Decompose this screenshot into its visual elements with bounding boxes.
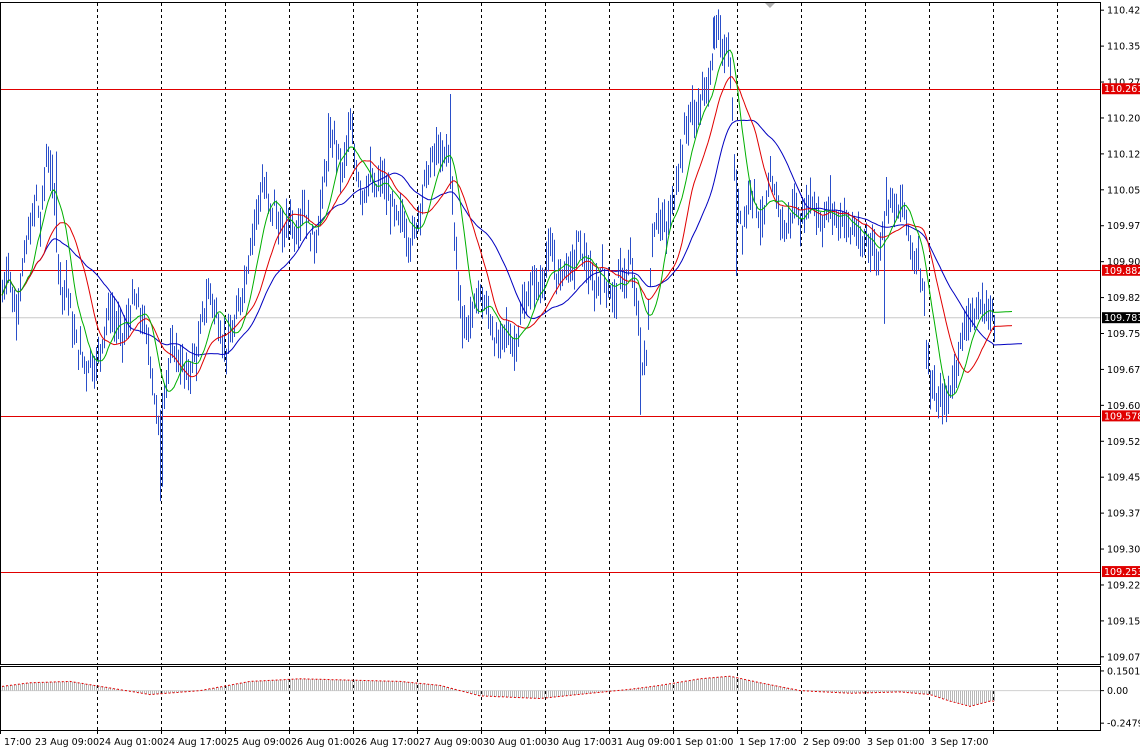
y-tick-label: 109.975 xyxy=(1107,221,1140,232)
current-price-label: 109.783 xyxy=(1104,313,1140,324)
oscillator-tick-label: -0.2479 xyxy=(1107,719,1140,730)
x-tick-label: 31 Aug 09:00 xyxy=(611,737,675,748)
x-tick-label: 3 Sep 01:00 xyxy=(867,737,924,748)
y-tick-label: 110.350 xyxy=(1107,42,1140,53)
x-tick-label: 2 Sep 09:00 xyxy=(803,737,860,748)
y-tick-label: 109.300 xyxy=(1107,545,1140,556)
x-tick-label: 23 Aug 09:00 xyxy=(35,737,99,748)
y-tick-label: 110.050 xyxy=(1107,185,1140,196)
y-tick-label: 109.375 xyxy=(1107,509,1140,520)
y-tick-label: 109.675 xyxy=(1107,365,1140,376)
y-tick-label: 110.125 xyxy=(1107,149,1140,160)
x-tick-label: 30 Aug 01:00 xyxy=(483,737,547,748)
y-tick-label: 109.450 xyxy=(1107,473,1140,484)
y-tick-label: 109.150 xyxy=(1107,616,1140,627)
chart-background xyxy=(0,0,1140,754)
y-tick-label: 110.425 xyxy=(1107,6,1140,17)
y-tick-label: 109.600 xyxy=(1107,401,1140,412)
price-chart[interactable]: 110.425110.350110.275110.200110.125110.0… xyxy=(0,0,1140,754)
y-tick-label: 109.525 xyxy=(1107,437,1140,448)
oscillator-tick-label: 0.1501 xyxy=(1107,666,1140,677)
y-tick-label: 109.225 xyxy=(1107,580,1140,591)
y-tick-label: 109.075 xyxy=(1107,652,1140,663)
x-tick-label: 1 Sep 01:00 xyxy=(676,737,733,748)
level-price-label: 110.261 xyxy=(1104,84,1140,95)
x-tick-label: 17:00 xyxy=(4,737,31,748)
x-tick-label: 26 Aug 01:00 xyxy=(291,737,355,748)
level-price-label: 109.253 xyxy=(1104,567,1140,578)
x-tick-label: 24 Aug 17:00 xyxy=(163,737,227,748)
y-tick-label: 109.750 xyxy=(1107,329,1140,340)
y-tick-label: 110.200 xyxy=(1107,113,1140,124)
oscillator-tick-label: 0.00 xyxy=(1107,686,1128,697)
x-tick-label: 24 Aug 01:00 xyxy=(99,737,163,748)
x-tick-label: 27 Aug 09:00 xyxy=(419,737,483,748)
x-tick-label: 25 Aug 09:00 xyxy=(227,737,291,748)
x-tick-label: 30 Aug 17:00 xyxy=(547,737,611,748)
level-price-label: 109.578 xyxy=(1104,411,1140,422)
x-tick-label: 1 Sep 17:00 xyxy=(739,737,796,748)
x-tick-label: 3 Sep 17:00 xyxy=(931,737,988,748)
level-price-label: 109.882 xyxy=(1104,266,1140,277)
y-tick-label: 109.825 xyxy=(1107,293,1140,304)
x-tick-label: 26 Aug 17:00 xyxy=(355,737,419,748)
